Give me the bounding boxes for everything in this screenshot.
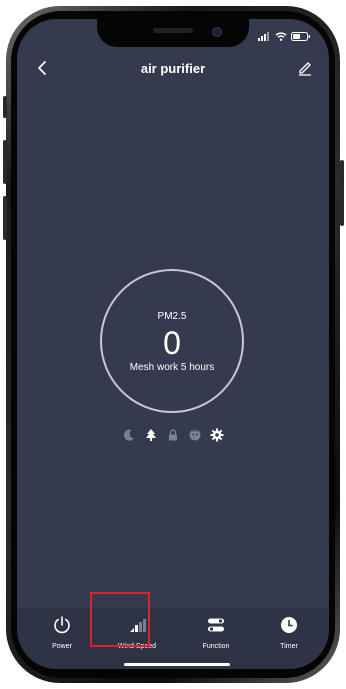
pm25-value: 0	[163, 325, 181, 361]
pm25-gauge: PM2.5 0 Mesh work 5 hours	[100, 269, 244, 413]
home-indicator[interactable]	[124, 663, 230, 666]
filter-runtime-text: Mesh work 5 hours	[129, 362, 215, 373]
function-toggles-icon	[208, 618, 224, 632]
moon-icon	[123, 429, 134, 441]
volume-down-button	[3, 196, 7, 240]
battery-icon	[291, 32, 310, 41]
status-bar-icons	[258, 32, 311, 41]
pm25-label: PM2.5	[157, 311, 187, 322]
tab-timer-label: Timer	[280, 643, 298, 650]
wifi-icon	[275, 32, 287, 41]
child-face-icon	[189, 429, 201, 441]
mute-switch	[3, 96, 7, 118]
power-icon	[54, 616, 70, 634]
volume-up-button	[3, 140, 7, 184]
signal-icon	[258, 32, 269, 41]
tab-timer[interactable]: Timer	[259, 615, 319, 650]
bottom-control-bar: Power Wind Speed Function Timer	[17, 608, 329, 669]
tab-function-label: Function	[202, 643, 230, 650]
front-camera	[212, 27, 222, 37]
lock-icon	[169, 429, 177, 441]
clock-icon	[281, 617, 297, 633]
gear-icon	[210, 428, 224, 442]
page-title: air purifier	[140, 61, 206, 76]
pencil-icon	[299, 62, 311, 76]
notch	[97, 19, 249, 47]
tab-function[interactable]: Function	[186, 615, 246, 650]
side-power-button	[340, 160, 344, 226]
tree-icon	[146, 429, 156, 441]
tab-power-label: Power	[52, 643, 72, 650]
speaker-grille	[153, 28, 193, 33]
app-screen: air purifier PM2.5 0 Mesh work 5 hours P…	[17, 19, 329, 669]
wind-speed-highlight-box	[90, 592, 150, 647]
tab-power[interactable]: Power	[32, 615, 92, 650]
mode-indicator-row	[17, 428, 329, 442]
edit-button[interactable]	[297, 60, 313, 76]
